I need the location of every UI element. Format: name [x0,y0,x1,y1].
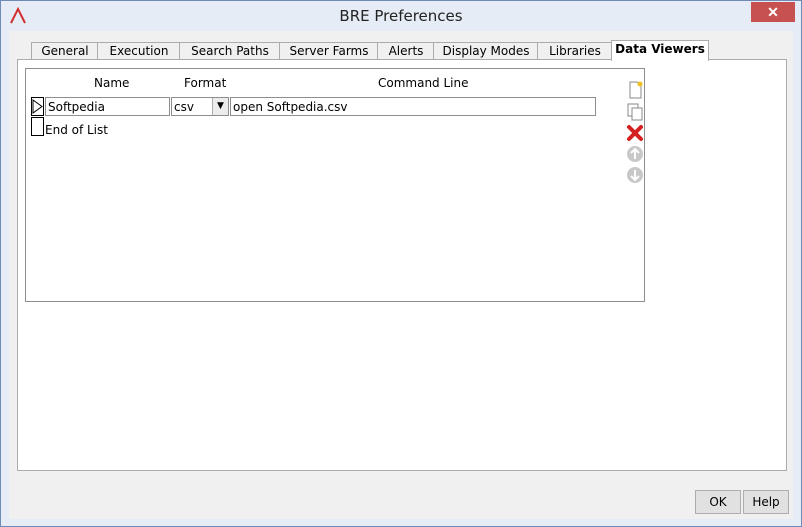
current-row-arrow-icon [32,99,43,114]
window-title: BRE Preferences [339,7,463,25]
viewer-command-line-cell[interactable]: open Softpedia.csv [230,97,596,116]
tab-search-paths[interactable]: Search Paths [179,42,281,60]
tab-display-modes[interactable]: Display Modes [433,42,539,60]
column-header-format: Format [184,76,227,90]
move-up-icon [627,146,643,162]
help-button[interactable]: Help [743,490,789,514]
tab-server-farms[interactable]: Server Farms [279,42,379,60]
tab-libraries[interactable]: Libraries [537,42,613,60]
copy-item-icon[interactable] [626,103,644,121]
column-header-name: Name [94,76,130,90]
row-selector[interactable] [31,97,44,116]
viewer-format-select[interactable]: csv ▼ [171,97,229,116]
viewer-name-cell[interactable]: Softpedia [45,97,170,116]
end-of-list-label: End of List [45,123,108,137]
tab-alerts[interactable]: Alerts [377,42,435,60]
column-header-command-line: Command Line [378,76,469,90]
viewer-format-value: csv [174,100,194,114]
new-item-icon[interactable] [626,81,644,99]
ok-button[interactable]: OK [695,490,741,514]
dialog-body: General Execution Search Paths Server Fa… [9,31,793,519]
viewers-grid: Name Format Command Line Softpedia csv ▼… [25,68,645,302]
close-button[interactable]: ✕ [751,2,795,22]
tab-execution[interactable]: Execution [97,42,181,60]
tab-general[interactable]: General [31,42,99,60]
data-viewers-panel: Name Format Command Line Softpedia csv ▼… [17,59,787,471]
tab-data-viewers[interactable]: Data Viewers [611,40,709,61]
chevron-down-icon[interactable]: ▼ [212,98,228,115]
new-row-selector[interactable] [31,117,44,136]
move-down-icon [627,167,643,183]
title-bar: BRE Preferences ✕ [1,1,801,31]
delete-item-icon[interactable] [626,124,644,142]
preferences-window: BRE Preferences ✕ General Execution Sear… [0,0,802,527]
